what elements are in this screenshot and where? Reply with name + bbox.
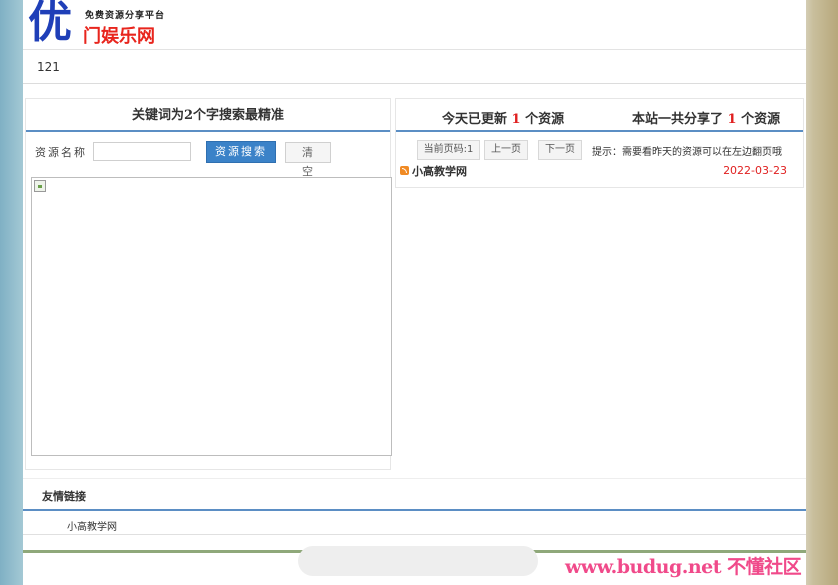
search-panel-title: 关键词为2个字搜索最精准	[26, 99, 390, 132]
next-page-button[interactable]: 下一页	[538, 140, 582, 160]
resources-panel-header: 今天已更新 1 个资源 本站一共分享了 1 个资源	[396, 99, 803, 132]
image-frame	[31, 177, 392, 456]
friend-links: 友情链接 小高教学网	[23, 478, 806, 535]
site-header: 优 免费资源分享平台 门娱乐网	[23, 0, 806, 50]
resources-panel: 今天已更新 1 个资源 本站一共分享了 1 个资源 当前页码:1 上一页 下一页…	[395, 98, 804, 188]
search-label: 资源名称	[35, 146, 87, 159]
broken-image-icon	[34, 180, 46, 192]
total-count: 1	[727, 112, 737, 127]
divider	[23, 534, 806, 535]
logo-name: 门娱乐网	[83, 26, 155, 47]
current-page-indicator: 当前页码:1	[417, 140, 480, 160]
list-item-date: 2022-03-23	[723, 164, 787, 177]
friend-links-title: 友情链接	[42, 490, 86, 503]
sub-nav-bar: 121	[23, 51, 806, 84]
prev-page-button[interactable]: 上一页	[484, 140, 528, 160]
search-panel: 关键词为2个字搜索最精准 资源名称 资源搜索 清 空	[25, 98, 392, 470]
clear-button[interactable]: 清 空	[285, 142, 331, 178]
sub-nav-text: 121	[37, 60, 60, 74]
total-suffix: 个资源	[741, 112, 781, 127]
pager-hint: 提示：需要看昨天的资源可以在左边翻页哦	[592, 147, 782, 158]
total-prefix: 本站一共分享了	[632, 112, 724, 127]
list-item[interactable]: 小高教学网 2022-03-23	[396, 162, 803, 182]
resource-name-input[interactable]	[93, 142, 191, 161]
logo-mark: 优	[28, 0, 72, 48]
today-count: 1	[511, 112, 521, 127]
logo-tagline: 免费资源分享平台	[85, 11, 166, 21]
total-shared: 本站一共分享了 1 个资源	[632, 108, 780, 127]
page: 优 免费资源分享平台 门娱乐网 121 关键词为2个字搜索最精准 资源名称 资源…	[23, 0, 806, 585]
today-updated: 今天已更新 1 个资源	[442, 108, 564, 127]
today-prefix: 今天已更新	[442, 112, 508, 127]
search-row: 资源名称 资源搜索 清 空	[26, 132, 390, 178]
list-item-title[interactable]: 小高教学网	[412, 163, 467, 179]
blurred-overlay	[298, 546, 538, 576]
search-button[interactable]: 资源搜索	[206, 141, 276, 163]
friend-link[interactable]: 小高教学网	[67, 518, 117, 533]
watermark: www.budug.net 不懂社区	[565, 556, 802, 578]
friend-links-header: 友情链接	[23, 478, 806, 511]
rss-icon	[400, 166, 409, 175]
today-suffix: 个资源	[525, 112, 565, 127]
pager: 当前页码:1 上一页 下一页 提示：需要看昨天的资源可以在左边翻页哦	[396, 132, 803, 162]
site-logo[interactable]: 优 免费资源分享平台 门娱乐网	[28, 0, 188, 48]
